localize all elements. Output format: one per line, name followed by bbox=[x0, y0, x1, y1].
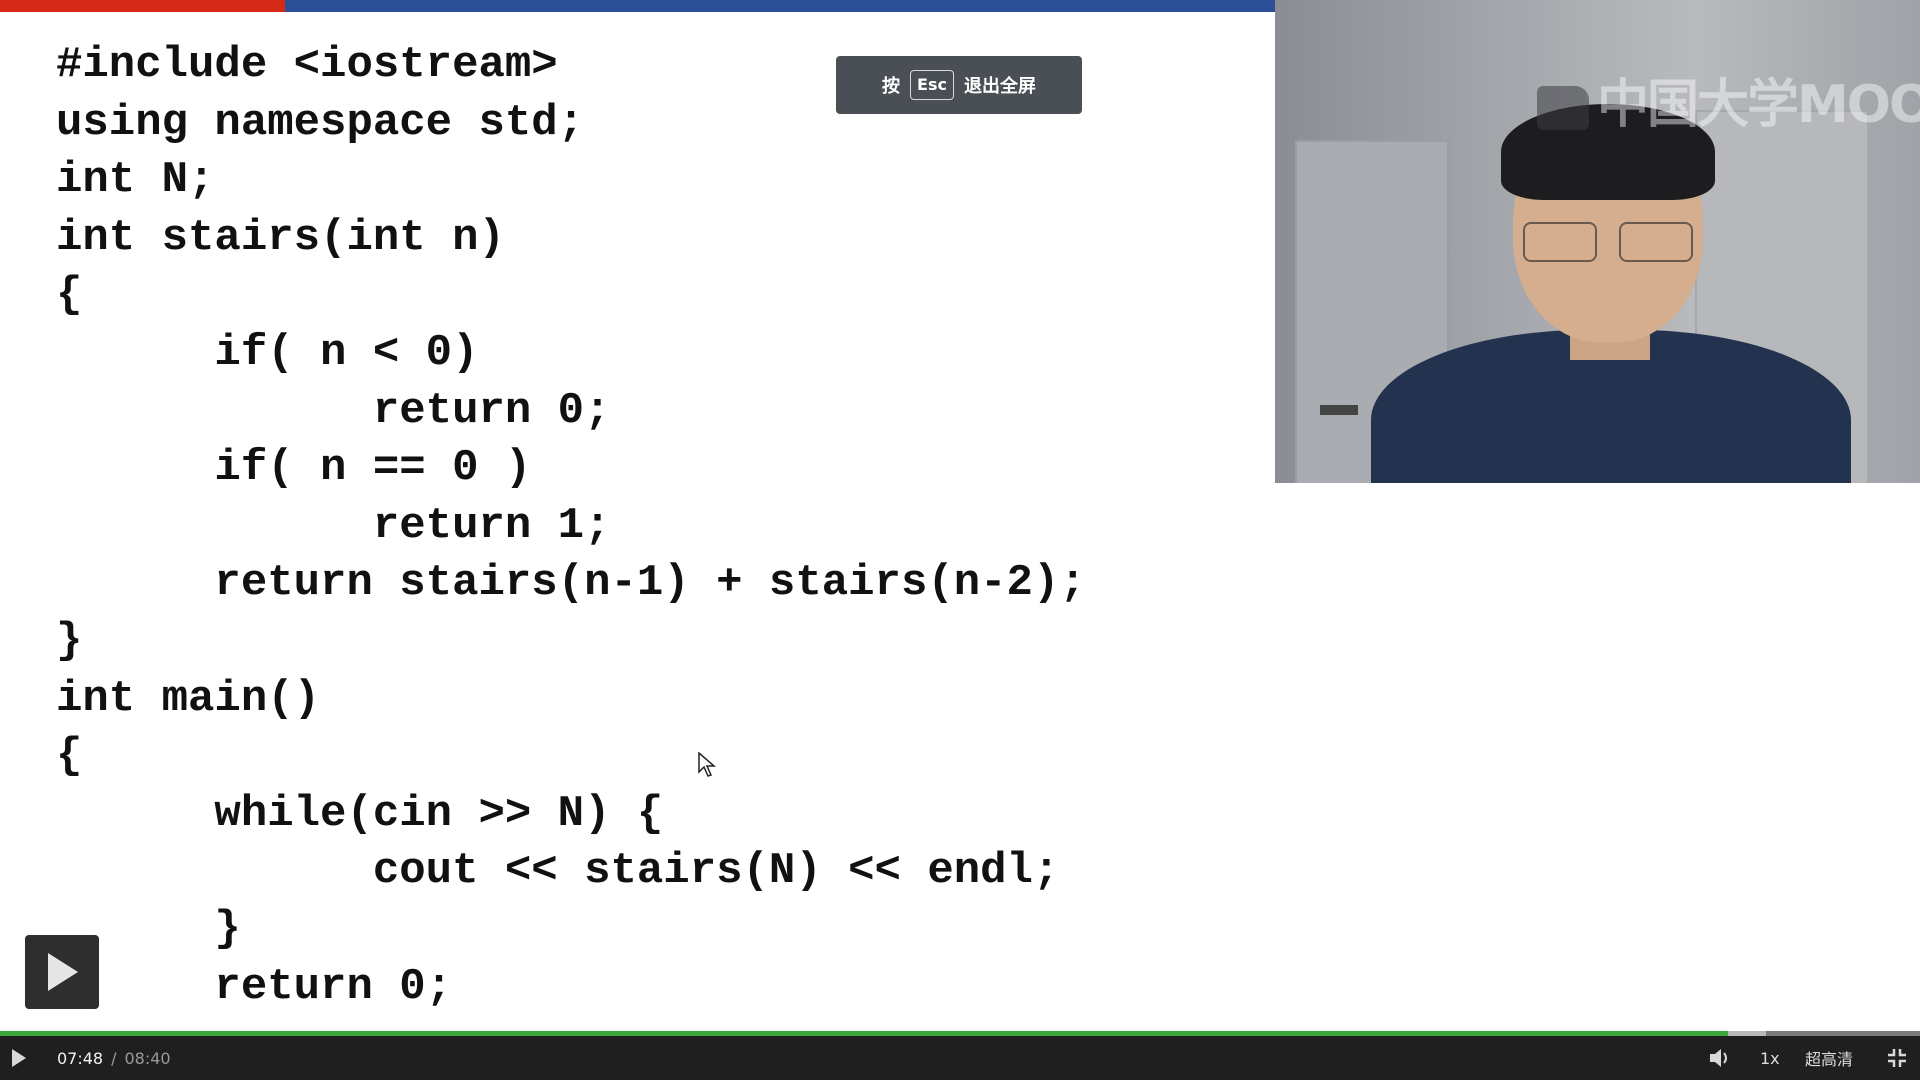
esc-key-badge: Esc bbox=[910, 70, 954, 100]
instructor-webcam: 中国大学MOOC bbox=[1275, 0, 1920, 483]
quality-label: 超高清 bbox=[1805, 1050, 1854, 1069]
video-control-bar: 07:48 / 08:40 1x 超高清 bbox=[0, 1036, 1920, 1080]
code-line: } bbox=[56, 615, 83, 666]
playback-speed-label: 1x bbox=[1760, 1048, 1780, 1068]
code-line: return 0; bbox=[56, 385, 611, 436]
exit-fullscreen-hint: 按 Esc 退出全屏 bbox=[836, 56, 1082, 114]
code-line: int N; bbox=[56, 155, 215, 206]
code-line: return stairs(n-1) + stairs(n-2); bbox=[56, 558, 1086, 609]
code-line: int stairs(int n) bbox=[56, 212, 505, 263]
current-time: 07:48 bbox=[57, 1048, 104, 1068]
code-line: cout << stairs(N) << endl; bbox=[56, 846, 1060, 897]
code-line: { bbox=[56, 270, 83, 321]
volume-icon bbox=[1710, 1049, 1727, 1067]
play-icon bbox=[48, 953, 78, 991]
time-separator: / bbox=[111, 1048, 117, 1068]
slide-top-strip-red bbox=[0, 0, 285, 12]
slide-top-strip bbox=[0, 0, 1275, 12]
glasses bbox=[1523, 222, 1693, 262]
slide-code: #include <iostream> using namespace std; i… bbox=[56, 37, 1086, 1016]
mooc-watermark: 中国大学MOOC bbox=[1537, 62, 1920, 135]
mooc-logo-icon bbox=[1537, 86, 1589, 130]
big-play-button[interactable] bbox=[25, 935, 99, 1009]
esc-hint-prefix: 按 bbox=[882, 76, 901, 97]
door-handle bbox=[1320, 405, 1358, 415]
exit-fullscreen-button[interactable] bbox=[1886, 1036, 1908, 1080]
code-line: } bbox=[56, 903, 241, 954]
total-time: 08:40 bbox=[124, 1048, 171, 1068]
esc-hint-suffix: 退出全屏 bbox=[963, 76, 1036, 97]
volume-button[interactable] bbox=[1708, 1036, 1732, 1080]
code-line: int main() bbox=[56, 673, 321, 724]
mooc-watermark-text: 中国大学MOOC bbox=[1597, 75, 1920, 135]
quality-button[interactable]: 超高清 bbox=[1805, 1036, 1853, 1080]
mouse-cursor-icon bbox=[698, 752, 716, 777]
code-line: { bbox=[56, 731, 83, 782]
time-display: 07:48 / 08:40 bbox=[57, 1036, 171, 1080]
play-button[interactable] bbox=[10, 1036, 28, 1080]
code-line: return 0; bbox=[56, 961, 453, 1012]
code-line: if( n < 0) bbox=[56, 327, 479, 378]
exit-fullscreen-icon bbox=[1888, 1049, 1906, 1067]
play-icon bbox=[12, 1049, 26, 1067]
playback-speed-button[interactable]: 1x bbox=[1760, 1036, 1780, 1080]
code-line: while(cin >> N) { bbox=[56, 788, 664, 839]
code-line: if( n == 0 ) bbox=[56, 443, 532, 494]
code-line: return 1; bbox=[56, 500, 611, 551]
